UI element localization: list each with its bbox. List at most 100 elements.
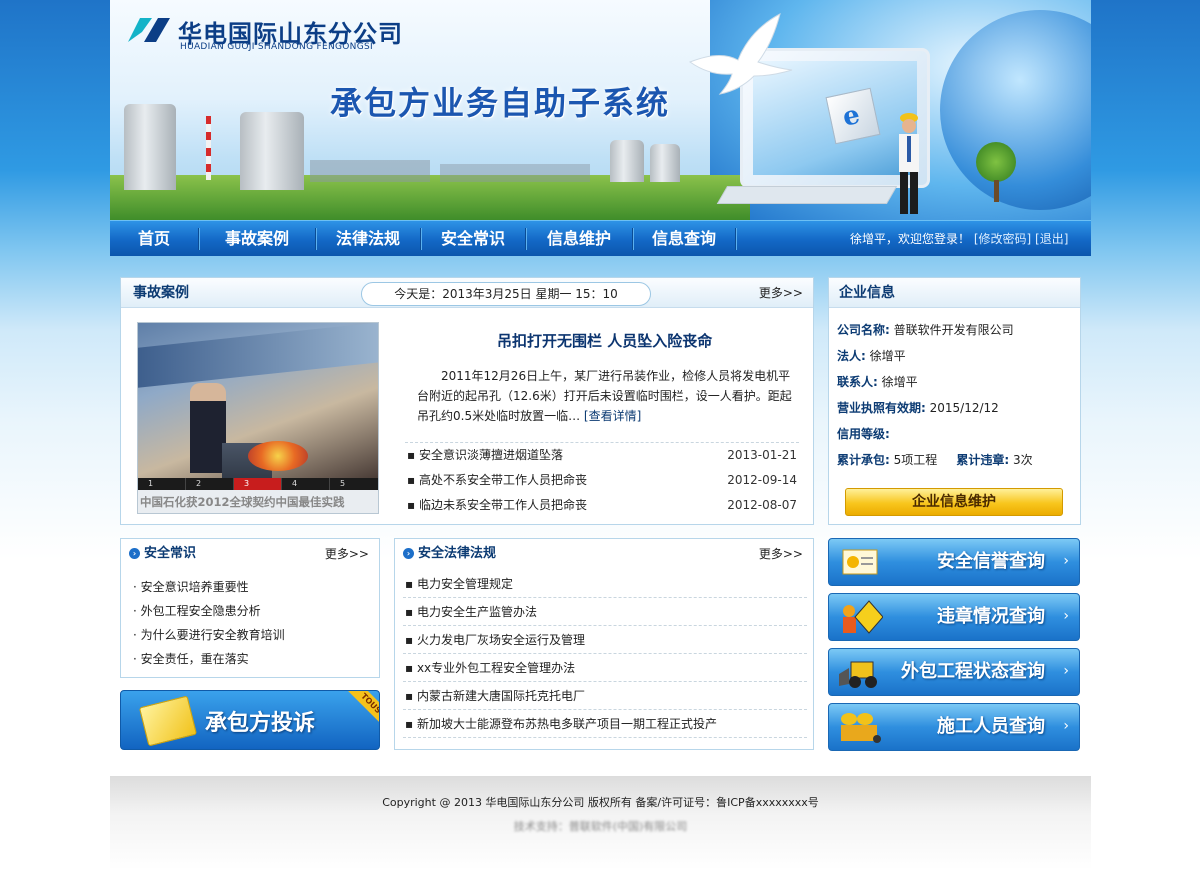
- laws-panel: › 安全法律法规 更多>> ▪ 电力安全管理规定 ▪ 电力安全生产监管办法 ▪ 火…: [394, 538, 814, 750]
- project-status-query-label: 外包工程状态查询: [901, 661, 1045, 682]
- certificate-icon: [842, 549, 878, 575]
- photo-caption[interactable]: 中国石化获2012全球契约中国最佳实践: [138, 490, 378, 513]
- contact-value: 徐增平: [881, 375, 918, 389]
- cooling-tower: [124, 104, 176, 190]
- company-name-value: 普联软件开发有限公司: [893, 323, 1014, 337]
- safety-knowledge-panel: › 安全常识 更多>> · 安全意识培养重要性 · 外包工程安全隐患分析 · 为什…: [120, 538, 380, 678]
- change-password-link[interactable]: [修改密码]: [974, 232, 1031, 246]
- staff-query-label: 施工人员查询: [937, 716, 1045, 737]
- tech-support-text: 技术支持：普联软件(中国)有限公司: [513, 820, 688, 833]
- credit-query-label: 安全信誉查询: [937, 551, 1045, 572]
- list-item[interactable]: · 外包工程安全隐患分析: [133, 599, 285, 623]
- factory-silhouette: [310, 160, 430, 182]
- laws-title: › 安全法律法规: [403, 539, 496, 569]
- copyright-text: Copyright @ 2013 华电国际山东分公司 版权所有 备案/许可证号：…: [382, 796, 819, 809]
- logo-mark-icon: [128, 18, 170, 42]
- legal-person-value: 徐增平: [869, 349, 906, 363]
- violation-query-button[interactable]: 违章情况查询 ›: [828, 593, 1080, 641]
- list-item[interactable]: · 安全责任，重在落实: [133, 647, 285, 671]
- list-item[interactable]: ▪ 电力安全生产监管办法: [403, 598, 807, 626]
- license-value: 2015/12/12: [929, 401, 999, 415]
- accidents-panel: 事故案例 今天是：2013年3月25日 星期一 15：10 更多>> 1 2 3…: [120, 277, 814, 525]
- complaint-button[interactable]: 承包方投诉 TOUSU: [120, 690, 380, 750]
- list-item[interactable]: · 为什么要进行安全教育培训: [133, 623, 285, 647]
- credit-label: 信用等级:: [837, 427, 890, 441]
- list-item-date: 2013-01-21: [727, 448, 797, 462]
- company-info-panel: 企业信息 公司名称: 普联软件开发有限公司 法人: 徐增平 联系人: 徐增平 营…: [828, 277, 1081, 525]
- list-item[interactable]: ▪ 火力发电厂灰场安全运行及管理: [403, 626, 807, 654]
- nav-item-home[interactable]: 首页: [110, 221, 198, 257]
- bullet-arrow-icon: ›: [403, 548, 414, 559]
- featured-summary: 2011年12月26日上午，某厂进行吊装作业，检修人员将发电机平台附近的起吊孔（…: [417, 366, 799, 426]
- accidents-title: 事故案例: [133, 285, 189, 301]
- nav-item-info-query[interactable]: 信息查询: [633, 221, 735, 257]
- list-item-title: ▪ 临边未系安全带工作人员把命丧: [407, 498, 587, 512]
- credit-query-button[interactable]: 安全信誉查询 ›: [828, 538, 1080, 586]
- nav-item-laws[interactable]: 法律法规: [316, 221, 420, 257]
- photo-tab-1[interactable]: 1: [138, 478, 186, 490]
- photo-speaker: [190, 383, 226, 473]
- featured-headline[interactable]: 吊扣打开无围栏 人员坠入险丧命: [497, 330, 712, 351]
- header-banner: e 华电国际山东分公司 HUADIAN GUOJI SHANDONG FENGO…: [110, 0, 1091, 220]
- violation-query-label: 违章情况查询: [937, 606, 1045, 627]
- factory-silhouette: [440, 164, 590, 182]
- welcome-text: 徐增平，欢迎您登录！: [850, 232, 971, 246]
- system-title: 承包方业务自助子系统: [330, 84, 671, 122]
- keyboard-image: [716, 186, 898, 204]
- nav-item-info-maintain[interactable]: 信息维护: [526, 221, 632, 257]
- maintain-company-info-button[interactable]: 企业信息维护: [845, 488, 1063, 516]
- photo-tab-2[interactable]: 2: [186, 478, 234, 490]
- logout-link[interactable]: [退出]: [1035, 232, 1068, 246]
- user-bar: 徐增平，欢迎您登录！ [修改密码] [退出]: [850, 221, 1068, 257]
- ie-cube-icon: e: [825, 87, 881, 145]
- list-item[interactable]: ▪ 安全意识淡薄擅进烟道坠落 2013-01-21: [405, 443, 799, 468]
- nav-item-accidents[interactable]: 事故案例: [199, 221, 315, 257]
- complaint-tag: TOUSU: [339, 691, 379, 740]
- company-name-row: 公司名称: 普联软件开发有限公司: [837, 322, 1014, 338]
- total-contract-label: 累计承包:: [837, 453, 890, 467]
- logo-text-en: HUADIAN GUOJI SHANDONG FENGONGSI: [180, 42, 373, 52]
- list-item-title: ▪ 安全意识淡薄擅进烟道坠落: [407, 448, 563, 462]
- safety-knowledge-title: › 安全常识: [129, 539, 196, 569]
- company-logo: 华电国际山东分公司 HUADIAN GUOJI SHANDONG FENGONG…: [124, 12, 424, 54]
- list-item[interactable]: ▪ 电力安全管理规定: [403, 570, 807, 598]
- list-item[interactable]: ▪ xx专业外包工程安全管理办法: [403, 654, 807, 682]
- license-label: 营业执照有效期:: [837, 401, 926, 415]
- legal-person-row: 法人: 徐增平: [837, 348, 906, 364]
- stats-row: 累计承包: 5项工程 累计违章: 3次: [837, 452, 1033, 468]
- photo-tab-4[interactable]: 4: [282, 478, 330, 490]
- view-detail-link[interactable]: [查看详情]: [584, 409, 641, 423]
- list-item[interactable]: · 安全意识培养重要性: [133, 575, 285, 599]
- company-info-header: 企业信息: [829, 278, 1080, 308]
- list-item[interactable]: ▪ 高处不系安全带工作人员把命丧 2012-09-14: [405, 468, 799, 493]
- list-item-date: 2012-08-07: [727, 498, 797, 512]
- cooling-tower: [650, 144, 680, 182]
- accident-list: ▪ 安全意识淡薄擅进烟道坠落 2013-01-21 ▪ 高处不系安全带工作人员把…: [405, 442, 799, 518]
- photo-slider[interactable]: 1 2 3 4 5 中国石化获2012全球契约中国最佳实践: [137, 322, 379, 514]
- staff-query-button[interactable]: 施工人员查询 ›: [828, 703, 1080, 751]
- bullet-arrow-icon: ›: [129, 548, 140, 559]
- company-name-label: 公司名称:: [837, 323, 890, 337]
- cooling-tower: [610, 140, 644, 182]
- accidents-panel-header: 事故案例 今天是：2013年3月25日 星期一 15：10 更多>>: [121, 278, 813, 308]
- accidents-more-link[interactable]: 更多>>: [759, 278, 803, 308]
- nav-item-safety[interactable]: 安全常识: [421, 221, 525, 257]
- laws-header: › 安全法律法规 更多>>: [395, 539, 813, 569]
- laws-more-link[interactable]: 更多>>: [759, 539, 803, 569]
- main-nav: 首页 事故案例 法律法规 安全常识 信息维护 信息查询 徐增平，欢迎您登录！ […: [110, 220, 1091, 256]
- list-item[interactable]: ▪ 新加坡大士能源登布苏热电多联产项目一期工程正式投产: [403, 710, 807, 738]
- worker-icon: [899, 113, 919, 214]
- cooling-tower: [240, 112, 304, 190]
- chevron-right-icon: ›: [1063, 663, 1069, 679]
- photo-tab-5[interactable]: 5: [330, 478, 378, 490]
- chevron-right-icon: ›: [1063, 718, 1069, 734]
- safety-knowledge-more-link[interactable]: 更多>>: [325, 539, 369, 569]
- complaint-label: 承包方投诉: [205, 711, 316, 736]
- list-item[interactable]: ▪ 内蒙古新建大唐国际托克托电厂: [403, 682, 807, 710]
- bulldozer-icon: [839, 661, 877, 688]
- chimney: [206, 116, 211, 180]
- project-status-query-button[interactable]: 外包工程状态查询 ›: [828, 648, 1080, 696]
- photo-tab-3[interactable]: 3: [234, 478, 282, 490]
- contact-row: 联系人: 徐增平: [837, 374, 918, 390]
- list-item[interactable]: ▪ 临边未系安全带工作人员把命丧 2012-08-07: [405, 493, 799, 518]
